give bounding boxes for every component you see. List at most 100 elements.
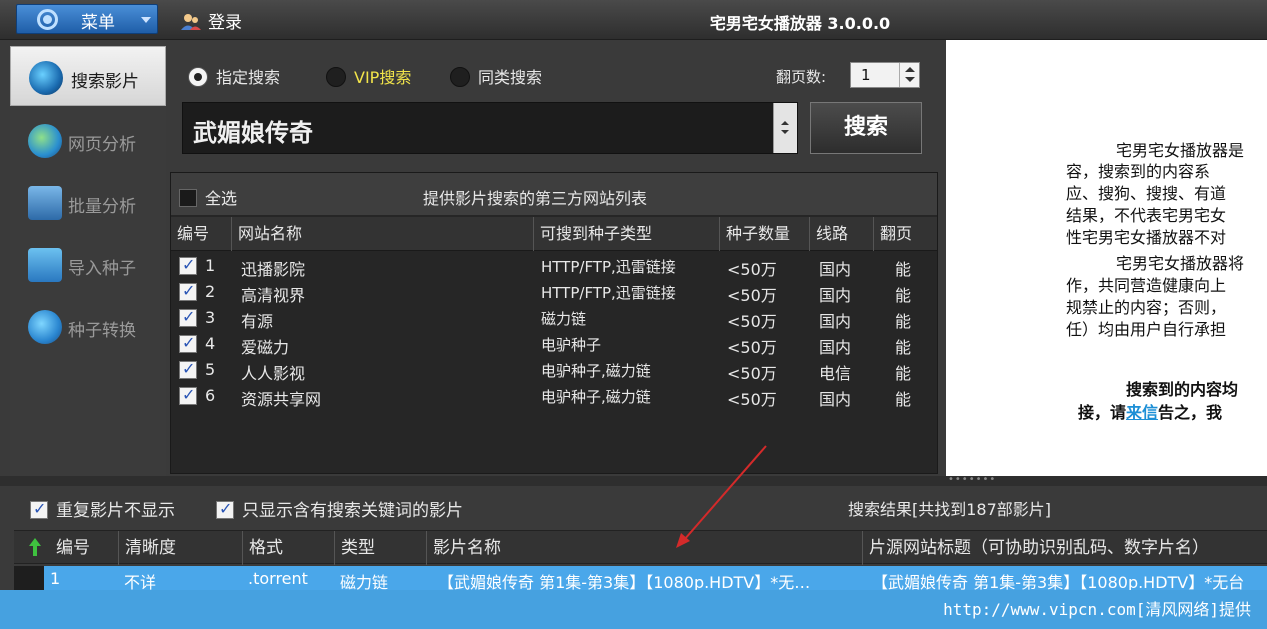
cell-paging: 能 (895, 286, 912, 305)
cell-site-name: 高清视界 (241, 286, 306, 305)
radio-specified-search[interactable]: 指定搜索 (188, 64, 280, 88)
cell-id: 2 (205, 282, 216, 301)
column-header-format[interactable]: 格式 (242, 531, 334, 565)
sidebar-item-seed-convert[interactable]: 种子转换 (10, 296, 166, 356)
cell-line: 国内 (819, 286, 852, 305)
column-header-film-name[interactable]: 影片名称 (426, 531, 862, 565)
row-checkbox[interactable] (179, 385, 197, 405)
column-header-line[interactable]: 线路 (809, 217, 873, 251)
menu-button[interactable]: 菜单 (16, 4, 158, 34)
cell-paging: 能 (895, 338, 912, 357)
splitter-handle[interactable]: ••••••• (0, 474, 1267, 486)
login-label: 登录 (208, 13, 242, 33)
sidebar-item-label: 种子转换 (68, 321, 136, 341)
column-header-seed-type[interactable]: 可搜到种子类型 (533, 217, 719, 251)
row-checkbox[interactable] (179, 307, 197, 327)
select-all-label: 全选 (205, 189, 238, 208)
sort-up-icon[interactable] (28, 537, 42, 557)
cell-site-name: 人人影视 (241, 364, 306, 383)
sidebar-item-import-seed[interactable]: 导入种子 (10, 234, 166, 294)
hide-duplicates-checkbox[interactable]: 重复影片不显示 (30, 496, 175, 521)
notice-line: 应、搜狗、搜搜、有道 (1066, 184, 1227, 203)
chevron-down-icon[interactable] (905, 77, 915, 82)
notice-line: 任）均由用户自行承担 (1066, 320, 1227, 339)
cell-line: 国内 (819, 390, 852, 409)
cell-line: 国内 (819, 312, 852, 331)
notice-line: 结果，不代表宅男宅女 (1066, 206, 1227, 225)
table-row[interactable]: 6 资源共享网 电驴种子,磁力链 <50万 国内 能 (171, 383, 937, 409)
cell-seed-type: 磁力链 (541, 310, 587, 328)
sidebar-item-label: 网页分析 (68, 135, 136, 155)
cell-site-name: 资源共享网 (241, 390, 322, 409)
checkbox-icon[interactable] (216, 499, 234, 519)
cell-seed-type: 电驴种子,磁力链 (541, 388, 651, 406)
contact-link[interactable]: 来信 (1126, 403, 1158, 422)
radio-similar-search[interactable]: 同类搜索 (450, 64, 542, 88)
sites-table: 全选 提供影片搜索的第三方网站列表 编号 网站名称 可搜到种子类型 种子数量 线… (170, 172, 938, 474)
sidebar-item-search-film[interactable]: 搜索影片 (10, 46, 166, 106)
watermark-text: http://www.vipcn.com[清风网络]提供 (943, 600, 1251, 619)
pages-stepper[interactable]: 1 (850, 62, 920, 88)
sidebar-item-web-analysis[interactable]: 网页分析 (10, 110, 166, 170)
cell-seed-count: <50万 (727, 286, 777, 305)
row-checkbox[interactable] (179, 281, 197, 301)
search-button[interactable]: 搜索 (810, 102, 922, 154)
column-header-id[interactable]: 编号 (171, 217, 231, 251)
radio-label: VIP搜索 (354, 68, 412, 87)
cell-seed-count: <50万 (727, 364, 777, 383)
sidebar-item-label: 搜索影片 (71, 72, 139, 92)
column-header-paging[interactable]: 翻页 (873, 217, 937, 251)
gear-icon (37, 9, 58, 30)
table-row[interactable]: 3 有源 磁力链 <50万 国内 能 (171, 305, 937, 331)
menu-label: 菜单 (81, 13, 115, 33)
user-icon (181, 14, 201, 30)
table-row[interactable]: 2 高清视界 HTTP/FTP,迅雷链接 <50万 国内 能 (171, 279, 937, 305)
notice-line: 性宅男宅女播放器不对 (1066, 228, 1227, 247)
radio-dot (326, 67, 346, 87)
app-title: 宅男宅女播放器 3.0.0.0 (709, 14, 891, 33)
cell-format: .torrent (248, 569, 308, 588)
table-row[interactable]: 4 爱磁力 电驴种子 <50万 国内 能 (171, 331, 937, 357)
cell-line: 国内 (819, 260, 852, 279)
stepper-arrows[interactable] (899, 63, 919, 87)
sidebar-item-batch-analysis[interactable]: 批量分析 (10, 172, 166, 232)
column-header-source-title[interactable]: 片源网站标题（可协助识别乱码、数字片名） (862, 531, 1267, 565)
radio-vip-search[interactable]: VIP搜索 (326, 64, 411, 88)
table-row[interactable]: 1 迅播影院 HTTP/FTP,迅雷链接 <50万 国内 能 (171, 253, 937, 279)
keyword-only-checkbox[interactable]: 只显示含有搜索关键词的影片 (216, 496, 463, 521)
notice-text: 接，请 (1078, 403, 1127, 422)
row-checkbox[interactable] (179, 255, 197, 275)
checkbox-icon[interactable] (30, 499, 48, 519)
column-header-type[interactable]: 类型 (334, 531, 426, 565)
search-input[interactable]: 武媚娘传奇 (182, 102, 798, 154)
radio-dot (188, 67, 208, 87)
sites-table-header: 全选 提供影片搜索的第三方网站列表 (171, 173, 937, 215)
radio-label: 同类搜索 (478, 68, 543, 87)
convert-icon (28, 310, 62, 344)
row-checkbox[interactable] (179, 333, 197, 353)
row-checkbox[interactable] (179, 359, 197, 379)
login-button[interactable]: 登录 (180, 8, 242, 33)
cell-line: 电信 (819, 364, 852, 383)
column-header-id[interactable]: 编号 (50, 531, 118, 565)
notice-bold-line: 搜索到的内容均 (1126, 380, 1239, 399)
cell-seed-count: <50万 (727, 338, 777, 357)
table-row[interactable]: 5 人人影视 电驴种子,磁力链 <50万 电信 能 (171, 357, 937, 383)
column-header-seed-count[interactable]: 种子数量 (719, 217, 809, 251)
table-row[interactable]: 1 不详 .torrent 磁力链 【武媚娘传奇 第1集-第3集】【1080p.… (14, 566, 1267, 592)
notice-line: 容，搜索到的内容系 (1066, 162, 1211, 181)
chevron-up-icon[interactable] (905, 67, 915, 72)
select-all-checkbox[interactable]: 全选 (179, 185, 237, 209)
cell-seed-type: 电驴种子,磁力链 (541, 362, 651, 380)
column-header-quality[interactable]: 清晰度 (118, 531, 242, 565)
batch-icon (28, 186, 62, 220)
import-icon (28, 248, 62, 282)
column-header-site-name[interactable]: 网站名称 (231, 217, 533, 251)
cell-id: 4 (205, 334, 216, 353)
sidebar-item-label: 导入种子 (68, 259, 136, 279)
search-panel: 指定搜索 VIP搜索 同类搜索 翻页数: 1 武媚娘传奇 搜索 全选 提供影片搜… (166, 40, 940, 478)
dropdown-arrows-icon[interactable] (773, 103, 797, 153)
pages-label: 翻页数: (776, 68, 827, 86)
checkbox-icon[interactable] (179, 189, 197, 207)
grip-icon: ••••••• (948, 474, 997, 485)
